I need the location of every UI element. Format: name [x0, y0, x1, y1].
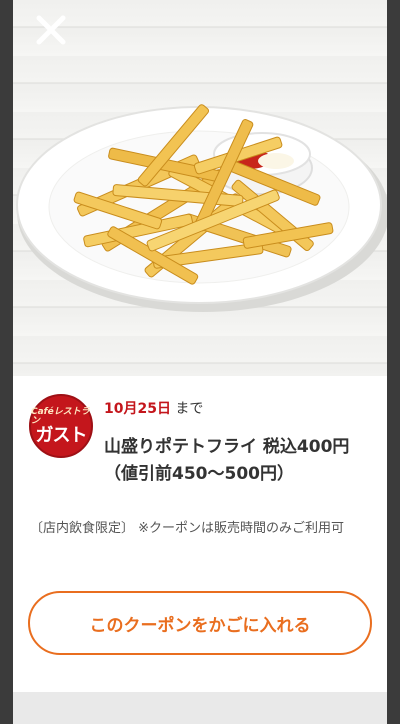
add-to-cart-button[interactable]: このクーポンをかごに入れる [28, 591, 372, 655]
french-fries-image [16, 104, 387, 312]
product-name: 山盛りポテトフライ 税込400円（値引前450〜500円） [104, 437, 350, 484]
deadline-date: 10月25日 [104, 401, 171, 417]
coupon-info: Caféレストラン ガスト 10月25日 まで 山盛りポテトフライ 税込400円… [13, 376, 387, 724]
logo-top-text: Caféレストラン [31, 407, 90, 427]
logo-main-text: ガスト [35, 425, 88, 447]
brand-logo: Caféレストラン ガスト [29, 394, 93, 458]
coupon-modal: Caféレストラン ガスト 10月25日 まで 山盛りポテトフライ 税込400円… [13, 0, 387, 724]
close-button[interactable] [31, 10, 71, 50]
coupon-deadline: 10月25日 まで [104, 398, 203, 418]
deadline-suffix: まで [170, 401, 204, 417]
bottom-bar [13, 692, 387, 724]
modal-overlay: Caféレストラン ガスト 10月25日 まで 山盛りポテトフライ 税込400円… [0, 0, 400, 724]
coupon-note: 〔店内飲食限定〕 ※クーポンは販売時間のみご利用可 [30, 521, 345, 536]
product-photo [13, 0, 387, 376]
close-icon [36, 15, 66, 45]
